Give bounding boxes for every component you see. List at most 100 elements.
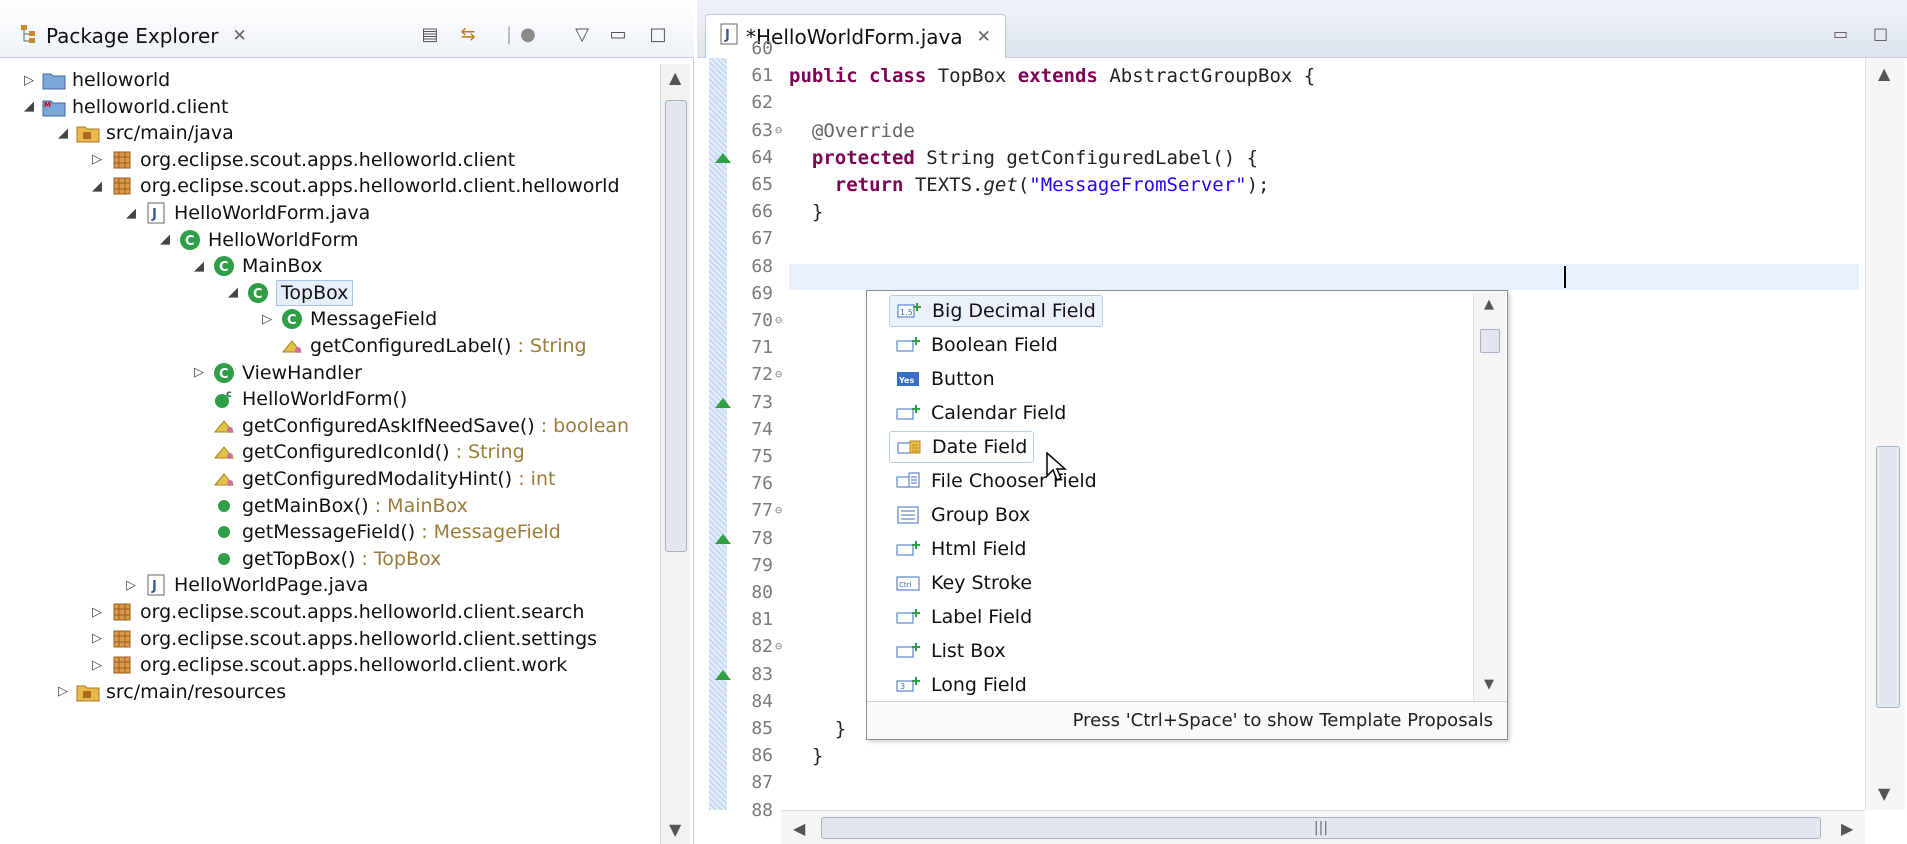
collapse-icon[interactable]: ◢: [54, 126, 72, 141]
fold-toggle-icon[interactable]: ⊖: [775, 123, 782, 137]
tree-node[interactable]: ▷ src/main/resources: [54, 676, 286, 708]
package-icon: [110, 148, 134, 172]
focus-icon[interactable]: ●: [516, 24, 540, 46]
tree-node-text: getMessageField() : MessageField: [242, 521, 561, 543]
proposal-item[interactable]: 1.5 Big Decimal Field: [889, 295, 1103, 327]
collapse-icon[interactable]: ◢: [122, 206, 140, 221]
collapse-icon[interactable]: ◢: [190, 259, 208, 274]
proposal-item[interactable]: Date Field: [889, 431, 1035, 463]
tree-node-label: TopBox: [281, 281, 349, 304]
tree-node-text: HelloWorldForm(): [242, 388, 407, 410]
fold-toggle-icon[interactable]: ⊖: [775, 367, 782, 381]
scroll-down-icon[interactable]: ▼: [1878, 784, 1890, 803]
collapse-icon[interactable]: ◢: [224, 285, 242, 300]
collapse-icon[interactable]: ◢: [156, 232, 174, 247]
tree-node-type: : boolean: [534, 414, 630, 437]
proposal-item[interactable]: Html Field: [889, 533, 1032, 565]
minimize-editor-icon[interactable]: ▭: [1833, 24, 1848, 43]
proposal-item[interactable]: Group Box: [889, 499, 1036, 531]
class-icon: C: [212, 361, 236, 385]
proposal-scrollbar[interactable]: ▲ ▼: [1473, 293, 1505, 701]
proposal-item[interactable]: List Box: [889, 635, 1012, 667]
package-explorer-scrollbar[interactable]: ▲ ▼: [660, 64, 690, 844]
fold-toggle-icon[interactable]: ⊖: [775, 503, 782, 517]
java-file-icon: J: [144, 573, 168, 597]
tree-node-type: : int: [512, 468, 556, 490]
line-number: 68: [751, 255, 773, 277]
scroll-up-icon[interactable]: ▲: [1878, 64, 1890, 83]
tree-node-label: org.eclipse.scout.apps.helloworld.client: [140, 148, 516, 171]
fold-toggle-icon[interactable]: ⊖: [775, 313, 782, 327]
button-icon: Yes: [895, 368, 923, 390]
scroll-up-icon[interactable]: ▲: [669, 68, 681, 87]
collapse-all-icon[interactable]: ▤: [418, 24, 442, 46]
proposal-item[interactable]: Label Field: [889, 601, 1038, 633]
proposal-item[interactable]: Calendar Field: [889, 397, 1072, 429]
class-icon: C: [212, 254, 236, 278]
scrollbar-thumb[interactable]: [1480, 329, 1500, 353]
package-explorer-tab[interactable]: Package Explorer ✕: [8, 14, 259, 58]
fold-toggle-icon[interactable]: ⊖: [775, 639, 782, 653]
override-marker-icon[interactable]: [715, 669, 731, 680]
close-tab-icon[interactable]: ✕: [233, 26, 247, 46]
expand-icon[interactable]: ▷: [190, 365, 208, 380]
code-token: }: [789, 201, 824, 224]
svg-text:1.5: 1.5: [900, 308, 913, 317]
tree-node-type: : MainBox: [368, 494, 468, 517]
close-tab-icon[interactable]: ✕: [977, 27, 991, 47]
expand-icon[interactable]: ▷: [54, 684, 72, 699]
minimize-view-icon[interactable]: ▭: [606, 24, 630, 46]
class-icon: C: [178, 228, 202, 252]
svg-text:C: C: [253, 287, 263, 302]
proposal-label: Label Field: [931, 606, 1033, 628]
proposal-label: File Chooser Field: [931, 470, 1097, 492]
override-marker-icon[interactable]: [715, 152, 731, 163]
scroll-up-icon[interactable]: ▲: [1484, 297, 1494, 312]
package-icon: [110, 600, 134, 624]
editor-horizontal-scrollbar[interactable]: ◀ ||| ▶: [781, 810, 1865, 844]
line-number: 73: [751, 391, 773, 413]
line-number: 72: [751, 364, 773, 386]
scrollbar-thumb[interactable]: [1876, 446, 1900, 708]
expand-icon[interactable]: ▷: [258, 312, 276, 327]
maximize-editor-icon[interactable]: □: [1873, 24, 1888, 43]
proposal-item[interactable]: Yes Button: [889, 363, 1001, 395]
tree-node-text: helloworld.client: [72, 96, 228, 118]
collapse-icon[interactable]: ◢: [88, 179, 106, 194]
proposal-status: Press 'Ctrl+Space' to show Template Prop…: [867, 701, 1507, 739]
override-marker-icon[interactable]: [715, 533, 731, 544]
code-token: "MessageFromServer": [1029, 174, 1247, 196]
scroll-right-icon[interactable]: ▶: [1841, 819, 1853, 838]
editor-vertical-scrollbar[interactable]: ▲ ▼: [1865, 58, 1905, 810]
proposal-item[interactable]: Ctrl Key Stroke: [889, 567, 1038, 599]
scroll-left-icon[interactable]: ◀: [793, 819, 805, 838]
override-marker-icon[interactable]: [715, 397, 731, 408]
proposal-list[interactable]: 1.5 Big Decimal Field Boolean Field Yes Butt…: [869, 293, 1473, 701]
scroll-down-icon[interactable]: ▼: [1484, 677, 1494, 692]
code-token: AbstractGroupBox {: [1109, 65, 1316, 88]
tree-node-label: getTopBox(): [242, 547, 356, 570]
collapse-icon[interactable]: ◢: [20, 99, 38, 114]
proposal-label: List Box: [931, 640, 1006, 662]
expand-icon[interactable]: ▷: [88, 605, 106, 620]
tree-node-text: org.eclipse.scout.apps.helloworld.client…: [140, 175, 620, 197]
proposal-item[interactable]: Boolean Field: [889, 329, 1064, 361]
proposal-item[interactable]: 3 Long Field: [889, 669, 1033, 701]
line-number: 76: [751, 473, 773, 495]
expand-icon[interactable]: ▷: [88, 658, 106, 673]
scrollbar-thumb[interactable]: |||: [821, 817, 1821, 839]
scrollbar-thumb[interactable]: [665, 100, 687, 552]
expand-icon[interactable]: ▷: [20, 73, 38, 88]
expand-icon[interactable]: ▷: [88, 152, 106, 167]
tree-node-text: ViewHandler: [242, 362, 362, 384]
proposal-item[interactable]: File Chooser Field: [889, 465, 1103, 497]
long-field-icon: 3: [895, 674, 923, 696]
expand-icon[interactable]: ▷: [88, 631, 106, 646]
view-menu-icon[interactable]: ▽: [570, 24, 594, 46]
link-with-editor-icon[interactable]: ⇆: [456, 24, 480, 46]
scroll-down-icon[interactable]: ▼: [669, 820, 681, 839]
line-number: 84: [751, 690, 773, 712]
expand-icon[interactable]: ▷: [122, 578, 140, 593]
line-number: 81: [751, 609, 773, 631]
maximize-view-icon[interactable]: □: [646, 24, 670, 46]
